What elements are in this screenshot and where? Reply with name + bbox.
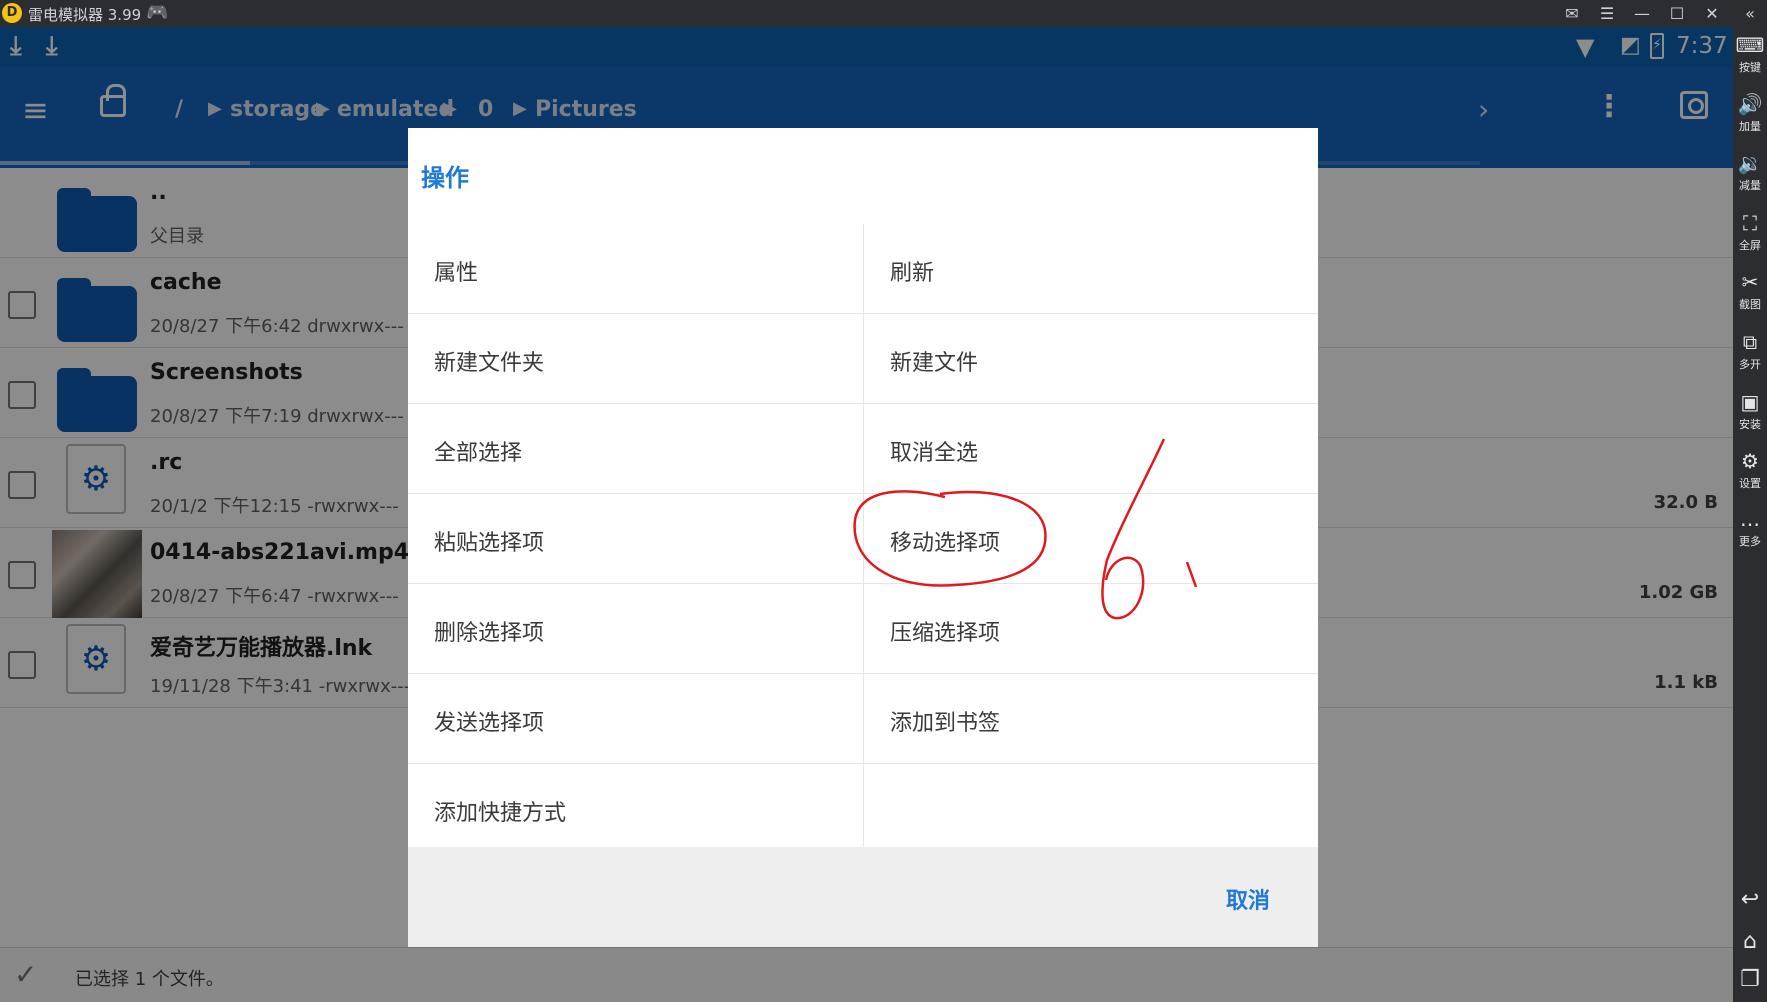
sidebar-label: 减量 (1739, 179, 1761, 192)
action-new-folder[interactable]: 新建文件夹 (408, 314, 863, 404)
action-label: 删除选择项 (434, 621, 545, 646)
fullscreen-icon: ⛶ (1743, 211, 1757, 235)
settings-button[interactable]: ⚙ 设置 (1733, 449, 1767, 491)
action-label: 新建文件夹 (434, 351, 545, 376)
sidebar-label: 按键 (1739, 61, 1761, 74)
dialog-title: 操作 (421, 164, 469, 192)
volume-down-button[interactable]: 🔉 减量 (1733, 151, 1767, 193)
screenshot-button[interactable]: ✂ 截图 (1733, 270, 1767, 312)
action-label: 取消全选 (890, 441, 979, 466)
action-send[interactable]: 发送选择项 (408, 674, 863, 764)
action-label: 移动选择项 (890, 531, 1001, 556)
home-icon[interactable]: ⌂ (1733, 929, 1767, 954)
emulator-titlebar: D 雷电模拟器 3.99 🎮 ✉ ☰ — ☐ ✕ « (0, 0, 1767, 27)
action-label: 粘贴选择项 (434, 531, 545, 556)
recents-icon[interactable]: ❐ (1733, 967, 1767, 992)
sidebar-label: 截图 (1739, 298, 1761, 311)
dialog-footer: 取消 (408, 847, 1318, 947)
sidebar-label: 加量 (1739, 120, 1761, 133)
action-label: 发送选择项 (434, 711, 545, 736)
install-apk-button[interactable]: ▣ 安装 (1733, 390, 1767, 432)
gear-icon: ⚙ (1741, 449, 1759, 473)
action-label: 刷新 (890, 261, 935, 286)
action-compress[interactable]: 压缩选择项 (863, 584, 1318, 674)
collapse-sidebar-button[interactable]: « (1733, 0, 1767, 27)
action-new-file[interactable]: 新建文件 (863, 314, 1318, 404)
sidebar-label: 多开 (1739, 358, 1761, 371)
volume-down-icon: 🔉 (1737, 151, 1763, 175)
fullscreen-button[interactable]: ⛶ 全屏 (1733, 211, 1767, 253)
sidebar-label: 全屏 (1739, 239, 1761, 252)
action-select-all[interactable]: 全部选择 (408, 404, 863, 494)
action-label: 添加快捷方式 (434, 801, 567, 826)
action-add-shortcut[interactable]: 添加快捷方式 (408, 764, 863, 854)
multi-window-icon: ⧉ (1742, 330, 1758, 354)
keyboard-icon: ⌨ (1735, 33, 1765, 57)
scissors-icon: ✂ (1741, 270, 1759, 294)
action-label: 属性 (434, 261, 479, 286)
maximize-button[interactable]: ☐ (1660, 0, 1694, 27)
emulator-sidebar: ⌨ 按键 🔊 加量 🔉 减量 ⛶ 全屏 ✂ 截图 ⧉ 多开 ▣ 安装 ⚙ 设置 … (1733, 27, 1767, 1002)
back-icon[interactable]: ↩ (1733, 887, 1767, 912)
action-empty (863, 764, 1318, 854)
close-button[interactable]: ✕ (1695, 0, 1729, 27)
multi-instance-button[interactable]: ⧉ 多开 (1733, 330, 1767, 372)
action-move[interactable]: 移动选择项 (863, 494, 1318, 584)
window-title: 雷电模拟器 3.99 (28, 6, 142, 24)
action-label: 全部选择 (434, 441, 523, 466)
apk-icon: ▣ (1740, 390, 1760, 414)
mail-icon[interactable]: ✉ (1555, 0, 1589, 27)
gamepad-icon[interactable]: 🎮 (146, 2, 168, 23)
menu-icon[interactable]: ☰ (1590, 0, 1624, 27)
action-properties[interactable]: 属性 (408, 224, 863, 314)
action-delete[interactable]: 删除选择项 (408, 584, 863, 674)
volume-up-icon: 🔊 (1737, 92, 1763, 116)
keymap-button[interactable]: ⌨ 按键 (1733, 33, 1767, 75)
emulator-logo: D (2, 3, 22, 23)
cancel-button[interactable]: 取消 (1226, 883, 1270, 915)
more-horiz-icon: … (1740, 507, 1760, 531)
minimize-button[interactable]: — (1625, 0, 1659, 27)
operations-dialog: 操作 属性 刷新 新建文件夹 新建文件 全部选择 取消全选 粘贴选择项 移动选择… (408, 128, 1318, 947)
action-paste[interactable]: 粘贴选择项 (408, 494, 863, 584)
action-refresh[interactable]: 刷新 (863, 224, 1318, 314)
volume-up-button[interactable]: 🔊 加量 (1733, 92, 1767, 134)
action-deselect-all[interactable]: 取消全选 (863, 404, 1318, 494)
action-label: 新建文件 (890, 351, 979, 376)
sidebar-label: 设置 (1739, 477, 1761, 490)
sidebar-label: 安装 (1739, 418, 1761, 431)
more-button[interactable]: … 更多 (1733, 507, 1767, 549)
action-label: 压缩选择项 (890, 621, 1001, 646)
action-add-bookmark[interactable]: 添加到书签 (863, 674, 1318, 764)
action-label: 添加到书签 (890, 711, 1001, 736)
sidebar-label: 更多 (1739, 535, 1761, 548)
